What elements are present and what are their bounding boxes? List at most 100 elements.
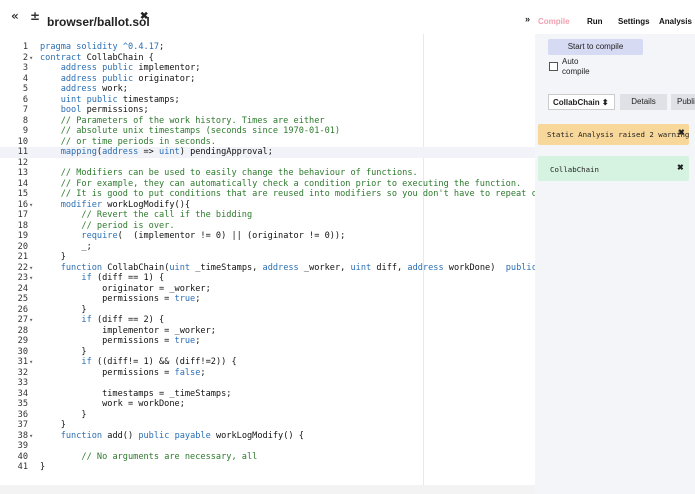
- line-number: 40: [17, 451, 28, 462]
- fold-arrow-icon[interactable]: ▾: [29, 53, 33, 64]
- code-line[interactable]: 2 ▾ contract CollabChain {: [0, 53, 535, 64]
- code-line[interactable]: 14 // For example, they can automaticall…: [0, 179, 535, 190]
- fold-arrow-icon[interactable]: ▾: [29, 315, 33, 326]
- code-text: // period is over.: [81, 220, 175, 231]
- code-text: if (diff == 2) {: [81, 315, 165, 325]
- code-line[interactable]: 6 uint public timestamps;: [0, 95, 535, 106]
- fold-arrow-icon[interactable]: ▾: [29, 431, 33, 442]
- code-text: permissions = true;: [40, 294, 201, 304]
- contract-select-value: CollabChain: [553, 98, 600, 107]
- code-line[interactable]: 16 ▾ modifier workLogModify(){: [0, 200, 535, 211]
- line-number: 17: [17, 210, 28, 220]
- publish-button[interactable]: Publish: [671, 94, 695, 110]
- code-line[interactable]: 32 permissions = false;: [0, 368, 535, 379]
- line-number: 12: [17, 157, 28, 168]
- code-line[interactable]: 26 }: [0, 305, 535, 316]
- code-line[interactable]: 25 permissions = true;: [0, 294, 535, 305]
- close-contract-icon[interactable]: ✖: [677, 163, 684, 172]
- code-line[interactable]: 41}: [0, 462, 535, 473]
- line-number: 31: [17, 357, 28, 367]
- code-line[interactable]: 31 ▾ if ((diff!= 1) && (diff!=2)) {: [0, 357, 535, 368]
- code-text: // or time periods in seconds.: [60, 136, 216, 147]
- code-line[interactable]: 7 bool permissions;: [0, 105, 535, 116]
- code-line[interactable]: 36 }: [0, 410, 535, 421]
- code-line[interactable]: 23 ▾ if (diff == 1) {: [0, 273, 535, 284]
- code-line[interactable]: 30 }: [0, 347, 535, 358]
- code-line[interactable]: 20 _;: [0, 242, 535, 253]
- code-text: }: [40, 304, 87, 315]
- code-line[interactable]: 33: [0, 378, 535, 389]
- code-line[interactable]: 21 }: [0, 252, 535, 263]
- code-line[interactable]: 34 timestamps = _timeStamps;: [0, 389, 535, 400]
- line-number: 11: [17, 147, 28, 157]
- code-line[interactable]: 28 implementor = _worker;: [0, 326, 535, 337]
- collapse-left-icon[interactable]: «: [11, 9, 19, 23]
- line-number: 15: [17, 189, 28, 199]
- tab-settings[interactable]: Settings: [618, 17, 650, 26]
- code-line[interactable]: 24 originator = _worker;: [0, 284, 535, 295]
- code-text: timestamps = _timeStamps;: [40, 388, 232, 399]
- code-line[interactable]: 38 ▾ function add() public payable workLo…: [0, 431, 535, 442]
- code-line[interactable]: 10 // or time periods in seconds.: [0, 137, 535, 148]
- tab-analysis[interactable]: Analysis: [659, 17, 692, 26]
- static-analysis-warning: Static Analysis raised 2 warning(s) ✖: [538, 124, 689, 145]
- code-text: _;: [40, 241, 92, 252]
- code-text: modifier workLogModify(){: [60, 199, 191, 210]
- tab-compile[interactable]: Compile: [538, 17, 570, 26]
- fold-arrow-icon[interactable]: ▾: [29, 273, 33, 284]
- auto-compile-checkbox[interactable]: [549, 62, 558, 71]
- start-compile-button[interactable]: Start to compile: [548, 39, 643, 55]
- compiled-contract-name: CollabChain: [550, 165, 599, 174]
- line-number: 3: [22, 63, 28, 73]
- line-number: 24: [17, 283, 28, 294]
- code-text: // It is good to put conditions that are…: [60, 189, 553, 199]
- file-tab[interactable]: browser/ballot.sol: [47, 15, 150, 29]
- code-line[interactable]: 27 ▾ if (diff == 2) {: [0, 315, 535, 326]
- collapse-right-icon[interactable]: »: [525, 14, 530, 24]
- line-number: 41: [17, 462, 28, 472]
- code-line[interactable]: 37 }: [0, 420, 535, 431]
- right-panel: » Compile Run Settings Analysis Start to…: [525, 0, 695, 494]
- code-line[interactable]: 29 permissions = true;: [0, 336, 535, 347]
- code-line[interactable]: 9 // absolute unix timestamps (seconds s…: [0, 126, 535, 137]
- close-warning-icon[interactable]: ✖: [678, 128, 685, 137]
- fold-arrow-icon[interactable]: ▾: [29, 263, 33, 274]
- code-line[interactable]: 3 address public implementor;: [0, 63, 535, 74]
- line-number: 1: [22, 42, 28, 52]
- code-text: function CollabChain(uint _timeStamps, a…: [60, 262, 547, 273]
- add-file-icon[interactable]: ±: [30, 9, 40, 23]
- fold-arrow-icon[interactable]: ▾: [29, 200, 33, 211]
- details-button[interactable]: Details: [620, 94, 667, 110]
- close-tab-icon[interactable]: ✖: [140, 11, 148, 22]
- line-number: 36: [17, 409, 28, 420]
- code-line[interactable]: 4 address public originator;: [0, 74, 535, 85]
- code-line[interactable]: 12: [0, 158, 535, 169]
- code-line[interactable]: 13 // Modifiers can be used to easily ch…: [0, 168, 535, 179]
- contract-select[interactable]: CollabChain ⬍: [548, 94, 615, 110]
- code-text: // No arguments are necessary, all: [81, 451, 258, 462]
- code-text: }: [40, 462, 46, 472]
- tab-run[interactable]: Run: [587, 17, 603, 26]
- line-number: 39: [17, 441, 28, 451]
- code-line[interactable]: 19 require( (implementor != 0) || (origi…: [0, 231, 535, 242]
- code-line[interactable]: 1 pragma solidity ^0.4.17;: [0, 42, 535, 53]
- line-number: 27: [17, 315, 28, 325]
- code-line[interactable]: 35 work = workDone;: [0, 399, 535, 410]
- code-line[interactable]: 39: [0, 441, 535, 452]
- code-line[interactable]: 11 mapping(address => uint) pendingAppro…: [0, 147, 535, 158]
- fold-arrow-icon[interactable]: ▾: [29, 357, 33, 368]
- code-line[interactable]: 18 // period is over.: [0, 221, 535, 232]
- code-text: require( (implementor != 0) || (originat…: [81, 231, 346, 241]
- line-number: 35: [17, 399, 28, 409]
- code-text: address public originator;: [60, 73, 196, 84]
- code-line[interactable]: 40 // No arguments are necessary, all: [0, 452, 535, 463]
- code-line[interactable]: 15 // It is good to put conditions that …: [0, 189, 553, 200]
- code-line[interactable]: 17 // Revert the call if the bidding: [0, 210, 535, 221]
- code-line[interactable]: 5 address work;: [0, 84, 535, 95]
- code-editor[interactable]: 1 pragma solidity ^0.4.17; 2 ▾ contract Coll…: [0, 34, 553, 485]
- line-number: 33: [17, 378, 28, 388]
- line-number: 6: [22, 94, 28, 105]
- code-line[interactable]: 8 // Parameters of the work history. Tim…: [0, 116, 535, 127]
- code-line[interactable]: 22 ▾ function CollabChain(uint _timeStamp…: [0, 263, 547, 274]
- code-text: // Modifiers can be used to easily chang…: [60, 168, 418, 178]
